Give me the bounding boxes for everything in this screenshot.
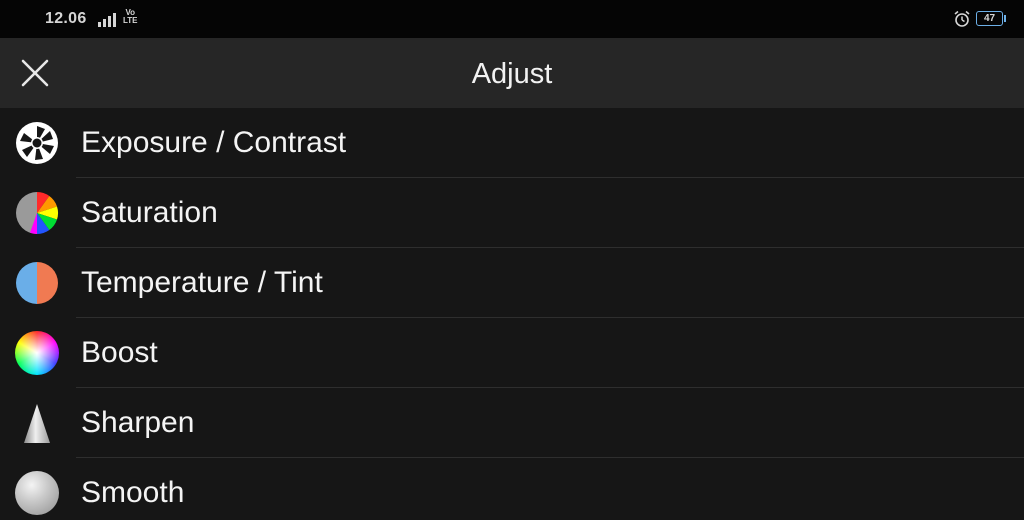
network-type: Vo LTE [123,9,138,25]
aperture-icon [16,122,58,164]
status-time: 12.06 [45,10,87,27]
toolbar: Adjust [0,38,1024,108]
color-wheel-icon [15,331,59,375]
battery-icon: 47 [976,11,1006,26]
status-bar: 12.06 Vo LTE 47 [0,0,1024,38]
cone-icon [24,404,50,443]
network-type-bottom: LTE [123,16,138,25]
menu-item-label: Exposure / Contrast [81,126,347,159]
menu-item-saturation[interactable]: Saturation [0,178,1024,248]
adjust-menu: Exposure / Contrast Saturation Temperatu… [0,108,1024,520]
signal-icon [98,13,116,27]
menu-item-boost[interactable]: Boost [0,318,1024,388]
menu-item-label: Sharpen [81,406,195,439]
menu-item-label: Saturation [81,196,218,229]
temperature-tint-icon [16,262,58,304]
menu-item-smooth[interactable]: Smooth [0,458,1024,520]
color-pie-icon [16,192,59,234]
menu-item-temperature-tint[interactable]: Temperature / Tint [0,248,1024,318]
sphere-icon [15,471,59,515]
menu-item-label: Boost [81,336,158,369]
menu-item-sharpen[interactable]: Sharpen [0,388,1024,458]
menu-item-label: Temperature / Tint [81,266,323,299]
adjust-screen: 12.06 Vo LTE 47 Adjust Exposure / Contra… [0,0,1024,520]
menu-item-exposure-contrast[interactable]: Exposure / Contrast [0,108,1024,178]
menu-item-label: Smooth [81,476,185,509]
alarm-icon [954,10,970,27]
page-title: Adjust [471,58,553,90]
